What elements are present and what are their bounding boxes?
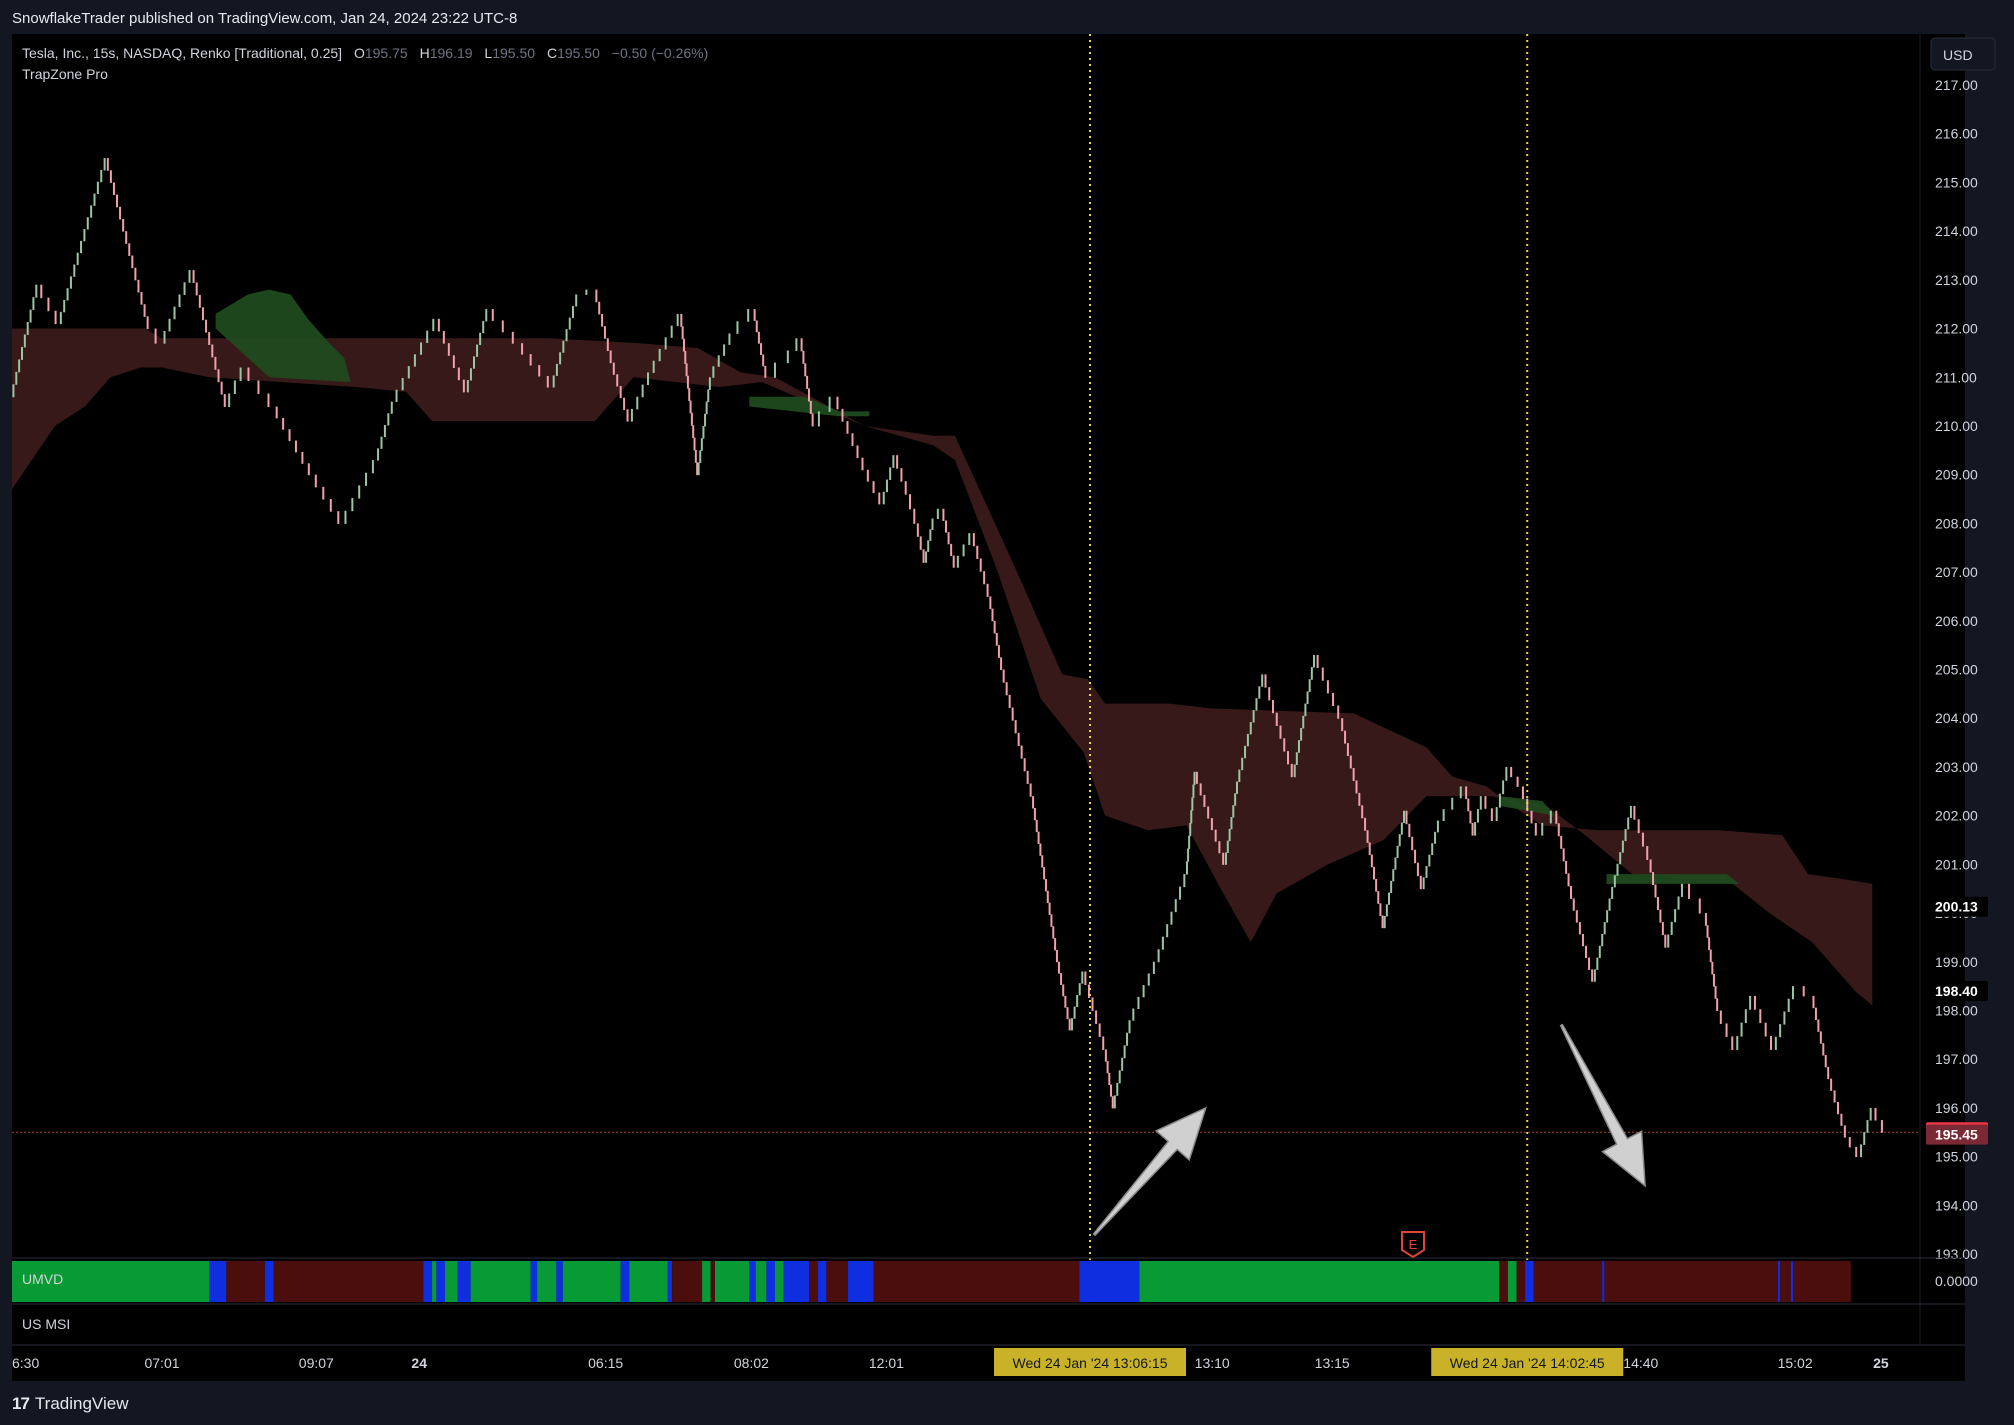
umvd-segment-red xyxy=(1533,1261,1603,1302)
currency-button-label: USD xyxy=(1943,47,1973,63)
tradingview-logo[interactable]: 17 TradingView xyxy=(12,1394,128,1414)
price-axis-tick: 213.00 xyxy=(1935,272,1978,288)
time-axis-tick: 06:15 xyxy=(588,1355,623,1371)
umvd-segment-green xyxy=(1139,1261,1500,1302)
umvd-segment-green xyxy=(1507,1261,1517,1302)
umvd-segment-green xyxy=(714,1261,750,1302)
umvd-segment-red xyxy=(1516,1261,1526,1302)
umvd-segment-green xyxy=(432,1261,437,1302)
footer: 17 TradingView xyxy=(0,1386,2014,1425)
umvd-segment-red xyxy=(672,1261,703,1302)
us-msi-label[interactable]: US MSI xyxy=(22,1316,70,1332)
time-axis-tick: 15:02 xyxy=(1778,1355,1813,1371)
price-tag-label: 200.13 xyxy=(1935,899,1978,915)
umvd-segment-blue xyxy=(766,1261,775,1302)
umvd-segment-red xyxy=(1499,1261,1508,1302)
price-axis-tick: 195.00 xyxy=(1935,1149,1978,1165)
time-axis-tick: 25 xyxy=(1873,1355,1889,1371)
umvd-segment-blue xyxy=(667,1261,673,1302)
price-axis-tick: 201.00 xyxy=(1935,856,1978,872)
price-axis-tick: 211.00 xyxy=(1935,369,1977,385)
price-axis-tick: 202.00 xyxy=(1935,808,1978,824)
umvd-segment-blue xyxy=(847,1261,874,1302)
umvd-segment-green xyxy=(702,1261,711,1302)
price-axis-tick: 217.00 xyxy=(1935,77,1978,93)
time-axis-tick: 08:02 xyxy=(734,1355,769,1371)
price-axis-tick: 203.00 xyxy=(1935,759,1978,775)
umvd-segment-blue xyxy=(817,1261,827,1302)
umvd-segment-red xyxy=(710,1261,715,1302)
time-axis-tick: 09:07 xyxy=(299,1355,334,1371)
umvd-segment-blue xyxy=(1602,1261,1605,1302)
crosshair-time-tag: Wed 24 Jan '24 14:02:45 xyxy=(1450,1355,1605,1371)
tv-logo-icon: 17 xyxy=(12,1394,30,1413)
price-axis-tick: 193.00 xyxy=(1935,1246,1978,1262)
price-tag-label: 198.40 xyxy=(1935,983,1978,999)
umvd-segment-blue xyxy=(457,1261,471,1302)
umvd-segment-blue xyxy=(1079,1261,1140,1302)
price-axis-tick: 208.00 xyxy=(1935,515,1978,531)
price-axis-tick: 199.00 xyxy=(1935,954,1978,970)
umvd-segment-green xyxy=(562,1261,621,1302)
umvd-segment-red xyxy=(1604,1261,1778,1302)
umvd-segment-red xyxy=(826,1261,848,1302)
price-axis-tick: 210.00 xyxy=(1935,418,1978,434)
umvd-segment-blue xyxy=(423,1261,433,1302)
price-tag-label: 195.45 xyxy=(1935,1127,1978,1143)
umvd-segment-green xyxy=(774,1261,784,1302)
price-axis-tick: 216.00 xyxy=(1935,126,1978,142)
umvd-segment-blue xyxy=(530,1261,538,1302)
umvd-segment-red xyxy=(226,1261,265,1302)
umvd-label[interactable]: UMVD xyxy=(22,1271,63,1287)
price-axis-tick: 214.00 xyxy=(1935,223,1978,239)
umvd-segment-blue xyxy=(749,1261,756,1302)
umvd-segment-blue xyxy=(1790,1261,1793,1302)
price-axis-tick: 205.00 xyxy=(1935,662,1978,678)
time-axis-tick: 24 xyxy=(411,1355,427,1371)
price-axis-tick: 204.00 xyxy=(1935,710,1978,726)
earnings-label: E xyxy=(1409,1237,1418,1252)
umvd-segment-blue xyxy=(1777,1261,1781,1302)
umvd-value: 0.0000 xyxy=(1935,1273,1978,1289)
umvd-segment-red xyxy=(809,1261,818,1302)
price-axis-tick: 197.00 xyxy=(1935,1051,1978,1067)
umvd-pane xyxy=(12,1261,1851,1302)
price-axis-tick: 207.00 xyxy=(1935,564,1978,580)
chart-canvas[interactable]: Tesla, Inc., 15s, NASDAQ, Renko [Traditi… xyxy=(0,0,2014,1386)
time-axis-tick: 6:30 xyxy=(12,1355,39,1371)
umvd-segment-green xyxy=(629,1261,668,1302)
umvd-segment-blue xyxy=(556,1261,563,1302)
price-axis-tick: 198.00 xyxy=(1935,1002,1978,1018)
time-axis-tick: 13:15 xyxy=(1315,1355,1350,1371)
tradingview-wordmark: TradingView xyxy=(34,1394,129,1413)
legend-indicator[interactable]: TrapZone Pro xyxy=(22,66,108,82)
umvd-segment-red xyxy=(1780,1261,1791,1302)
umvd-segment-blue xyxy=(783,1261,810,1302)
umvd-segment-blue xyxy=(264,1261,274,1302)
umvd-segment-red xyxy=(273,1261,424,1302)
price-axis-tick: 194.00 xyxy=(1935,1197,1978,1213)
umvd-segment-green xyxy=(444,1261,458,1302)
umvd-segment-blue xyxy=(1525,1261,1534,1302)
umvd-segment-blue xyxy=(209,1261,227,1302)
umvd-segment-green xyxy=(537,1261,557,1302)
price-axis-tick: 209.00 xyxy=(1935,467,1978,483)
time-axis-tick: 12:01 xyxy=(869,1355,904,1371)
price-axis-tick: 212.00 xyxy=(1935,321,1978,337)
umvd-segment-red xyxy=(1792,1261,1851,1302)
price-axis-tick: 206.00 xyxy=(1935,613,1978,629)
umvd-segment-red xyxy=(873,1261,1080,1302)
price-axis-tick: 215.00 xyxy=(1935,174,1978,190)
umvd-segment-green xyxy=(755,1261,767,1302)
umvd-segment-green xyxy=(470,1261,531,1302)
umvd-segment-blue xyxy=(436,1261,445,1302)
time-axis-tick: 13:10 xyxy=(1195,1355,1230,1371)
price-axis-tick: 196.00 xyxy=(1935,1100,1978,1116)
time-axis-tick: 07:01 xyxy=(144,1355,179,1371)
umvd-segment-blue xyxy=(620,1261,630,1302)
time-axis-tick: 14:40 xyxy=(1623,1355,1658,1371)
crosshair-time-tag: Wed 24 Jan '24 13:06:15 xyxy=(1013,1355,1168,1371)
trapzone-green-4 xyxy=(1606,874,1740,884)
chart-background xyxy=(12,34,1965,1381)
